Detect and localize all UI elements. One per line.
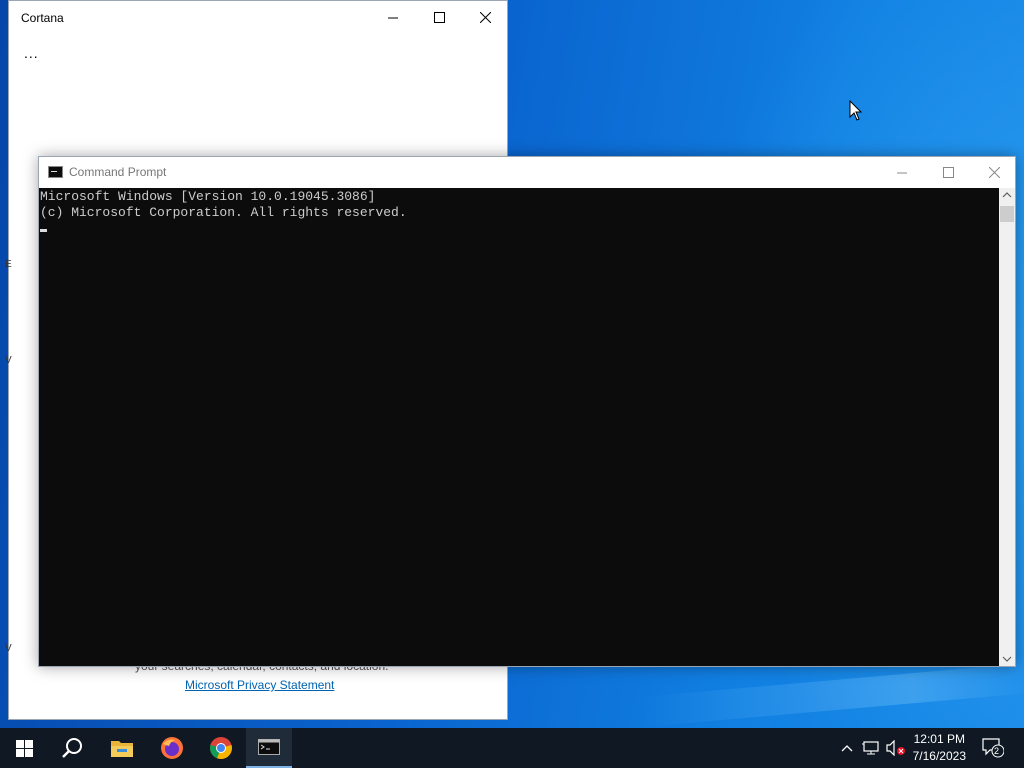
- command-prompt-taskbar-button[interactable]: [246, 728, 292, 768]
- file-explorer-button[interactable]: [98, 728, 146, 768]
- start-button[interactable]: [0, 728, 48, 768]
- start-icon: [15, 739, 33, 757]
- show-hidden-icons-button[interactable]: [836, 728, 858, 768]
- more-options-button[interactable]: ...: [24, 45, 39, 61]
- chevron-up-icon: [841, 745, 853, 752]
- minimize-button[interactable]: [370, 1, 416, 34]
- minimize-icon: [896, 172, 907, 174]
- wallpaper-light-beam: [639, 663, 1024, 727]
- volume-button[interactable]: [884, 728, 908, 768]
- scroll-down-arrow-icon[interactable]: [1002, 656, 1012, 662]
- clipped-text: E: [5, 259, 12, 270]
- vertical-scrollbar[interactable]: [999, 188, 1015, 666]
- cmd-title: Command Prompt: [69, 165, 167, 179]
- volume-muted-icon: [886, 740, 905, 756]
- file-explorer-icon: [111, 741, 133, 757]
- taskbar: 12:01 PM 7/16/2023 2: [0, 728, 1024, 768]
- console-line: (c) Microsoft Corporation. All rights re…: [40, 205, 407, 220]
- clipped-text: V: [5, 643, 12, 654]
- action-center-button[interactable]: 2: [980, 728, 1008, 768]
- close-icon: [479, 12, 491, 23]
- text-cursor: [40, 229, 47, 232]
- chrome-button[interactable]: [197, 728, 245, 768]
- scrollbar-thumb[interactable]: [1000, 206, 1014, 222]
- console-line: Microsoft Windows [Version 10.0.19045.30…: [40, 189, 376, 204]
- minimize-button[interactable]: [879, 157, 925, 188]
- network-button[interactable]: [860, 728, 882, 768]
- clipped-text: V: [5, 355, 12, 366]
- maximize-icon: [433, 12, 445, 23]
- cortana-titlebar[interactable]: Cortana: [9, 1, 507, 34]
- firefox-button[interactable]: [148, 728, 196, 768]
- maximize-button[interactable]: [416, 1, 462, 34]
- search-button[interactable]: [48, 728, 96, 768]
- cortana-title: Cortana: [21, 11, 64, 25]
- clock[interactable]: 12:01 PM 7/16/2023: [913, 731, 966, 765]
- scroll-up-arrow-icon[interactable]: [1002, 192, 1012, 198]
- notification-icon: [982, 738, 1004, 758]
- command-prompt-icon: [258, 739, 280, 755]
- close-button[interactable]: [971, 157, 1017, 188]
- close-button[interactable]: [462, 1, 508, 34]
- search-icon: [62, 738, 82, 758]
- maximize-icon: [942, 167, 954, 178]
- mouse-pointer-icon: [849, 100, 863, 121]
- clock-date: 7/16/2023: [912, 749, 966, 763]
- maximize-button[interactable]: [925, 157, 971, 188]
- cmd-titlebar[interactable]: Command Prompt: [39, 157, 1015, 188]
- console-output[interactable]: Microsoft Windows [Version 10.0.19045.30…: [39, 188, 999, 666]
- close-icon: [988, 167, 1000, 178]
- clock-time: 12:01 PM: [913, 732, 965, 746]
- network-icon: [862, 741, 879, 755]
- firefox-icon: [161, 737, 183, 759]
- command-prompt-window: Command Prompt Microsoft Windows [Versio…: [38, 156, 1016, 667]
- minimize-icon: [387, 17, 398, 19]
- command-prompt-icon: [48, 166, 63, 178]
- chrome-icon: [210, 737, 232, 760]
- privacy-statement-link[interactable]: Microsoft Privacy Statement: [185, 678, 334, 692]
- notification-count-badge: 2: [994, 746, 1000, 756]
